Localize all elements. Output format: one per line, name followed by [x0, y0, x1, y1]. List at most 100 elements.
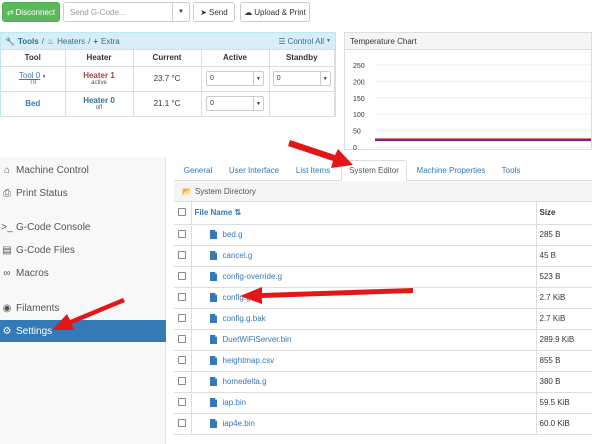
- file-size: 285 B: [536, 224, 592, 246]
- row-checkbox[interactable]: [178, 229, 187, 238]
- sidebar-item-print-status[interactable]: ⎙ Print Status: [0, 182, 166, 204]
- file-table-header: File Name ⇅ Size: [174, 202, 592, 225]
- gcode-input[interactable]: Send G-Code...: [63, 2, 173, 22]
- file-name[interactable]: homedelta.g: [223, 377, 267, 386]
- disconnect-button[interactable]: ⇄ Disconnect: [2, 2, 60, 22]
- caret-down-icon: ▼: [178, 9, 184, 15]
- file-name[interactable]: bed.g: [223, 230, 243, 239]
- tab-extra[interactable]: Extra: [101, 37, 120, 46]
- send-button[interactable]: ➤ Send: [193, 2, 235, 22]
- table-row[interactable]: iap4e.bin 60.0 KiB: [174, 413, 592, 435]
- file-size: 45 B: [536, 245, 592, 267]
- file-icon: [209, 314, 217, 324]
- table-row[interactable]: homedelta.g 380 B: [174, 371, 592, 393]
- console-icon: >_: [1, 221, 13, 233]
- row-checkbox[interactable]: [178, 397, 187, 406]
- row-checkbox[interactable]: [178, 313, 187, 322]
- file-name[interactable]: config.g.bak: [223, 314, 266, 323]
- file-name[interactable]: iap.bin: [223, 398, 247, 407]
- file-size: 59.5 KiB: [536, 392, 592, 414]
- sidebar-item-macros[interactable]: ∞ Macros: [0, 262, 166, 284]
- active-temp-input[interactable]: 0 ▼: [206, 96, 264, 111]
- col-header-file-name[interactable]: File Name ⇅: [191, 202, 537, 225]
- row-checkbox[interactable]: [178, 376, 187, 385]
- tab-user-interface[interactable]: User Interface: [224, 160, 284, 181]
- system-directory-label[interactable]: System Directory: [195, 187, 256, 196]
- table-row[interactable]: config.g.bak 2.7 KiB: [174, 308, 592, 330]
- row-checkbox[interactable]: [178, 250, 187, 259]
- table-row[interactable]: config-override.g 523 B: [174, 266, 592, 288]
- row-checkbox[interactable]: [178, 334, 187, 343]
- home-icon: ⌂: [3, 164, 11, 176]
- file-icon: [209, 335, 217, 345]
- disconnect-icon: ⇄: [6, 7, 14, 17]
- sidebar-item-gcode-console[interactable]: >_ G-Code Console: [0, 216, 166, 238]
- tab-machine-properties[interactable]: Machine Properties: [412, 160, 490, 181]
- caret-down-icon: ▼: [40, 74, 47, 80]
- file-name[interactable]: cancel.g: [223, 251, 253, 260]
- tab-tools[interactable]: Tools: [18, 37, 39, 46]
- sidebar-item-filaments[interactable]: ◉ Filaments: [0, 297, 166, 319]
- file-name[interactable]: iap4e.bin: [223, 419, 255, 428]
- tab-heaters[interactable]: Heaters: [57, 37, 85, 46]
- file-name[interactable]: DuetWiFiServer.bin: [223, 335, 292, 344]
- sidebar: ⌂ Machine Control ⎙ Print Status >_ G-Co…: [0, 157, 166, 444]
- file-name[interactable]: config-override.g: [223, 272, 283, 281]
- tool-0-link[interactable]: Tool 0: [19, 71, 40, 80]
- file-table: File Name ⇅ Size bed.g 285 Bcancel.g 45 Bc…: [174, 202, 592, 435]
- settings-tabs: General User Interface List Items System…: [174, 160, 592, 181]
- bed-row: Bed Heater 0 off 21.1 °C 0 ▼: [1, 91, 335, 117]
- standby-temp-input[interactable]: 0 ▼: [272, 71, 331, 86]
- upload-print-button[interactable]: ☁ Upload & Print: [240, 2, 310, 22]
- tool-row: Tool 0 ▼ T0 Heater 1 active 23.7 °C 0 ▼ 0…: [1, 66, 335, 92]
- sort-icon: ⇅: [234, 208, 242, 218]
- tab-general[interactable]: General: [178, 160, 218, 181]
- row-checkbox[interactable]: [178, 271, 187, 280]
- current-temp: 23.7 °C: [133, 66, 202, 92]
- sidebar-item-machine-control[interactable]: ⌂ Machine Control: [0, 159, 166, 181]
- heater-state: active: [91, 80, 107, 86]
- table-row[interactable]: cancel.g 45 B: [174, 245, 592, 267]
- tab-system-editor[interactable]: System Editor: [341, 160, 407, 181]
- table-row[interactable]: heightmap.csv 855 B: [174, 350, 592, 372]
- table-row[interactable]: bed.g 285 B: [174, 224, 592, 246]
- row-checkbox[interactable]: [178, 418, 187, 427]
- caret-down-icon: ▼: [253, 97, 263, 110]
- table-row[interactable]: iap.bin 59.5 KiB: [174, 392, 592, 414]
- control-all-dropdown[interactable]: ☰ Control All ▼: [278, 37, 331, 46]
- list-icon: ☰: [278, 36, 286, 46]
- row-checkbox[interactable]: [178, 355, 187, 364]
- files-icon: ▤: [2, 244, 12, 256]
- heater-link[interactable]: Heater 1: [83, 71, 115, 80]
- file-icon: [209, 377, 217, 387]
- breadcrumb: 📂 System Directory: [174, 181, 592, 202]
- tools-panel: 🔧 Tools / ♨ Heaters / + Extra ☰ Control …: [0, 32, 336, 117]
- sidebar-item-settings[interactable]: ⚙ Settings: [0, 320, 166, 342]
- table-row[interactable]: DuetWiFiServer.bin 289.9 KiB: [174, 329, 592, 351]
- file-size: 523 B: [536, 266, 592, 288]
- chart-y-tick: 0: [353, 145, 357, 151]
- col-header-heater: Heater: [65, 50, 134, 67]
- temperature-chart-panel: Temperature Chart 250 200 150 100 50 0: [344, 32, 592, 151]
- table-row[interactable]: config.g 2.7 KiB: [174, 287, 592, 309]
- col-header-size[interactable]: Size: [536, 202, 592, 225]
- select-all-checkbox[interactable]: [178, 207, 187, 216]
- col-header-tool: Tool: [1, 50, 66, 67]
- active-temp-input[interactable]: 0 ▼: [206, 71, 264, 86]
- tab-tools[interactable]: Tools: [496, 160, 526, 181]
- gcode-history-dropdown[interactable]: ▼: [173, 2, 190, 22]
- file-name[interactable]: heightmap.csv: [223, 356, 275, 365]
- file-name[interactable]: config.g: [223, 293, 251, 302]
- send-icon: ➤: [200, 7, 207, 17]
- sidebar-item-gcode-files[interactable]: ▤ G-Code Files: [0, 239, 166, 261]
- heater-link[interactable]: Heater 0: [83, 96, 115, 105]
- link-icon: ∞: [3, 267, 11, 279]
- top-toolbar: ⇄ Disconnect Send G-Code... ▼ ➤ Send ☁ U…: [0, 0, 592, 28]
- row-checkbox[interactable]: [178, 292, 187, 301]
- col-header-standby: Standby: [269, 50, 335, 67]
- file-size: 2.7 KiB: [536, 287, 592, 309]
- folder-open-icon: 📂: [182, 186, 192, 196]
- chart-y-tick: 250: [353, 63, 365, 70]
- bed-link[interactable]: Bed: [25, 99, 40, 108]
- tab-list-items[interactable]: List Items: [292, 160, 334, 181]
